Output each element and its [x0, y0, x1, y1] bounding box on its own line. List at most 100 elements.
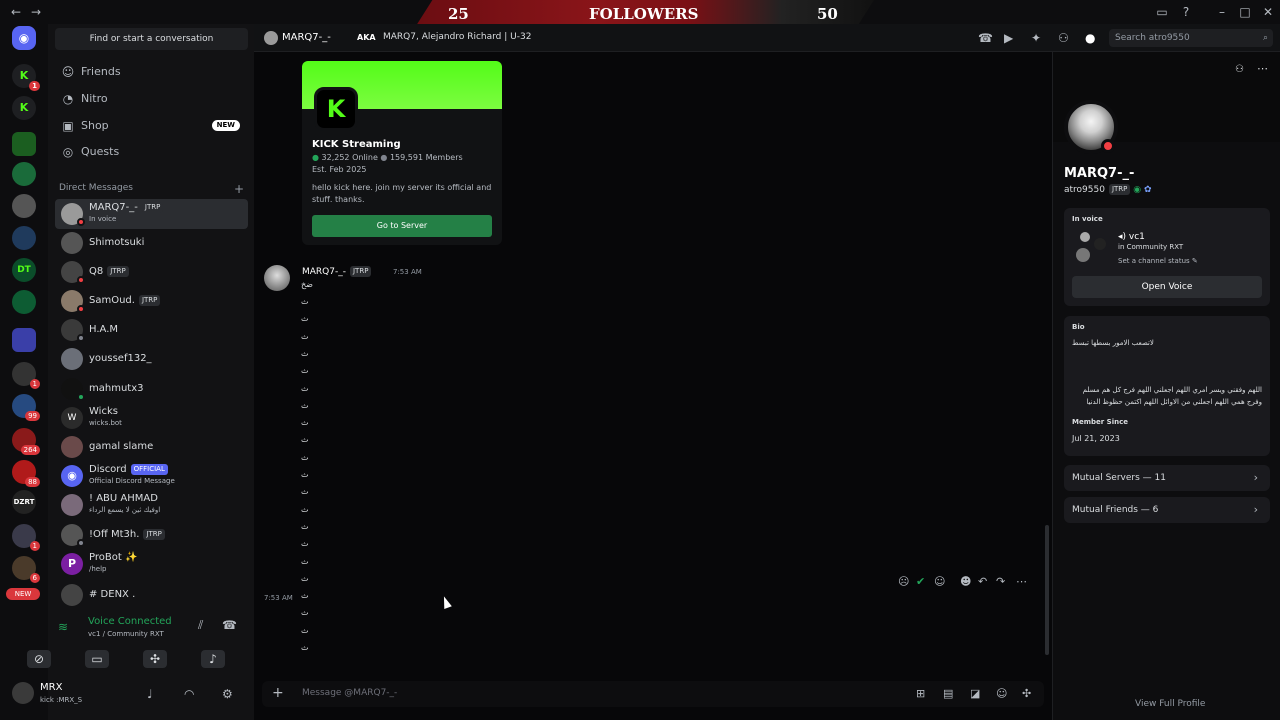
- attach-plus-icon[interactable]: +: [272, 685, 284, 701]
- voice-call-icon[interactable]: ☎: [978, 31, 993, 45]
- server-dzrt[interactable]: DZRT: [12, 490, 36, 514]
- settings-gear-icon[interactable]: ⚙: [222, 687, 233, 701]
- reply-icon[interactable]: ↶: [978, 575, 987, 588]
- dm-sub: In voice: [89, 215, 117, 223]
- help-icon[interactable]: ?: [1178, 4, 1194, 20]
- microphone-icon[interactable]: ♩: [147, 687, 153, 701]
- video-call-icon[interactable]: ▶: [1004, 31, 1013, 45]
- shop-new-badge: NEW: [211, 120, 240, 131]
- discord-window: ← → ▭ ? – □ ✕ 25 FOLLOWERS 50 ◉ K1 K DT …: [0, 0, 1280, 720]
- reaction-laugh-icon[interactable]: ☺: [934, 575, 945, 588]
- boost-badge-icon: ✿: [1144, 185, 1152, 195]
- dm-item[interactable]: mahmutx3: [55, 374, 248, 404]
- signal-icon[interactable]: ≋: [58, 620, 68, 634]
- emoji-icon[interactable]: ☺: [996, 687, 1007, 700]
- view-full-profile-link[interactable]: View Full Profile: [1135, 699, 1205, 709]
- reaction-check-icon[interactable]: ✔: [916, 575, 925, 588]
- add-reaction-icon[interactable]: ☻: [960, 575, 971, 588]
- profile-display-name: MARQ7-_-: [1064, 166, 1135, 181]
- server-justice[interactable]: [12, 290, 36, 314]
- message-composer[interactable]: + Message @MARQ7-_- ⊞ ▤ ◪ ☺ ✣: [262, 681, 1044, 707]
- forward-icon[interactable]: ↷: [996, 575, 1005, 588]
- camera-off-button[interactable]: ⊘: [20, 648, 58, 670]
- nav-quests[interactable]: ◎ Quests: [55, 140, 248, 164]
- dm-item[interactable]: P ProBot ✨ /help: [55, 549, 248, 579]
- new-badge[interactable]: NEW: [6, 588, 40, 600]
- server-badge: 1: [29, 379, 40, 389]
- maximize-icon[interactable]: □: [1237, 4, 1253, 20]
- disconnect-icon[interactable]: ☎: [222, 618, 237, 632]
- server-blue[interactable]: [12, 226, 36, 250]
- create-dm-icon[interactable]: +: [234, 182, 244, 196]
- nav-label: Quests: [81, 145, 120, 158]
- sticker-icon[interactable]: ◪: [970, 687, 980, 700]
- nav-shop[interactable]: ▣ Shop NEW: [55, 114, 248, 138]
- add-friend-icon[interactable]: ⚇: [1235, 64, 1244, 75]
- chat-scrollbar[interactable]: [1045, 525, 1049, 655]
- message-author[interactable]: MARQ7-_- JTRP: [302, 266, 372, 277]
- dm-item[interactable]: W Wicks wicks.bot: [55, 403, 248, 433]
- search-input[interactable]: Search atro9550 ⌕: [1109, 29, 1273, 47]
- open-voice-button[interactable]: Open Voice: [1072, 276, 1262, 298]
- dm-name: H.A.M: [89, 324, 118, 335]
- server-folder-2[interactable]: [12, 328, 36, 352]
- nav-nitro[interactable]: ◔ Nitro: [55, 87, 248, 111]
- back-arrow-icon[interactable]: ←: [8, 4, 24, 20]
- message-line: ث: [301, 487, 309, 497]
- user-profile-icon[interactable]: ●: [1085, 31, 1095, 45]
- mutual-friends-row[interactable]: Mutual Friends — 6 ›: [1064, 497, 1270, 523]
- server-folder[interactable]: [12, 132, 36, 156]
- nav-friends[interactable]: ☺ Friends: [55, 60, 248, 84]
- server-avatar-4[interactable]: 6: [12, 556, 40, 583]
- apps-icon[interactable]: ✣: [1022, 687, 1031, 700]
- dm-item[interactable]: !Off Mt3h. JTRP: [55, 520, 248, 550]
- dm-item[interactable]: youssef132_: [55, 344, 248, 374]
- mutual-servers-row[interactable]: Mutual Servers — 11 ›: [1064, 465, 1270, 491]
- server-red-2[interactable]: 88: [12, 460, 40, 487]
- close-icon[interactable]: ✕: [1260, 4, 1276, 20]
- forward-arrow-icon[interactable]: →: [28, 4, 44, 20]
- minimize-icon[interactable]: –: [1214, 4, 1230, 20]
- followers-count-right: 50: [817, 5, 838, 23]
- server-avatar-3[interactable]: 1: [12, 524, 40, 551]
- more-icon[interactable]: ⋯: [1016, 575, 1027, 588]
- dm-item[interactable]: gamal slame: [55, 432, 248, 462]
- dm-item[interactable]: Q8 JTRP: [55, 257, 248, 287]
- pin-icon[interactable]: ✦: [1031, 31, 1041, 45]
- screen-share-button[interactable]: ▭: [78, 648, 116, 670]
- server-badge: 6: [29, 573, 40, 583]
- message-line: ث: [301, 608, 309, 618]
- server-avatar-2[interactable]: 99: [12, 394, 40, 421]
- headphones-icon[interactable]: ◠: [184, 687, 194, 701]
- server-dt[interactable]: DT: [12, 258, 36, 282]
- server-kick-1[interactable]: K1: [12, 64, 40, 91]
- go-to-server-button[interactable]: Go to Server: [312, 215, 492, 237]
- dm-item[interactable]: # DENX .: [55, 580, 248, 606]
- server-green-1[interactable]: [12, 162, 36, 186]
- dm-item[interactable]: Shimotsuki: [55, 228, 248, 258]
- soundboard-button[interactable]: ♪: [194, 648, 232, 670]
- discord-home-icon[interactable]: ◉: [12, 26, 36, 50]
- server-red-1[interactable]: 264: [12, 428, 40, 455]
- reaction-thinking-icon[interactable]: ☹: [898, 575, 909, 588]
- add-friends-icon[interactable]: ⚇: [1058, 31, 1069, 45]
- dm-item[interactable]: MARQ7-_- JTRP In voice: [55, 199, 248, 229]
- gift-icon[interactable]: ⊞: [916, 687, 925, 700]
- profile-more-icon[interactable]: ⋯: [1257, 62, 1268, 75]
- dm-item[interactable]: ! ABU AHMAD اوفيك ثين لا يسمع الرداء: [55, 490, 248, 520]
- channel-status[interactable]: Set a channel status ✎: [1118, 257, 1198, 265]
- dm-item[interactable]: H.A.M: [55, 315, 248, 345]
- find-conversation-button[interactable]: Find or start a conversation: [55, 28, 248, 50]
- noise-suppression-icon[interactable]: ⫽: [198, 618, 203, 633]
- server-kick-2[interactable]: K: [12, 96, 36, 120]
- dm-item[interactable]: SamOud. JTRP: [55, 286, 248, 316]
- gif-icon[interactable]: ▤: [943, 687, 953, 700]
- message-avatar[interactable]: [264, 265, 290, 291]
- activities-button[interactable]: ✣: [136, 648, 174, 670]
- server-pattern[interactable]: [12, 194, 36, 218]
- user-avatar[interactable]: [12, 682, 34, 704]
- server-avatar-1[interactable]: 1: [12, 362, 40, 389]
- message-line: ث: [301, 556, 309, 566]
- dm-item[interactable]: ◉ Discord OFFICIAL Official Discord Message: [55, 461, 248, 491]
- inbox-icon[interactable]: ▭: [1154, 4, 1170, 20]
